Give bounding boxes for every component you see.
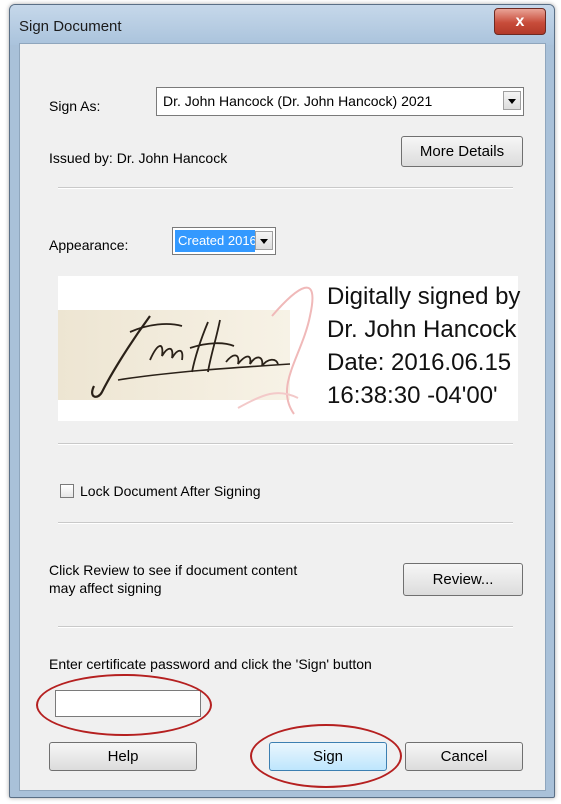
lock-document-label: Lock Document After Signing [80, 483, 261, 499]
review-text: Click Review to see if document content [49, 562, 298, 578]
sign-document-dialog: Sign Document x Sign As: Dr. John Hancoc… [9, 4, 555, 798]
chevron-down-icon[interactable] [503, 91, 521, 110]
separator [58, 443, 513, 445]
lock-document-checkbox[interactable] [60, 484, 74, 498]
dialog-title: Sign Document [19, 18, 122, 35]
sign-as-value: Dr. John Hancock (Dr. John Hancock) 2021 [163, 93, 433, 109]
signature-preview: Digitally signed by Dr. John Hancock Dat… [58, 276, 520, 421]
review-button[interactable]: Review... [403, 563, 523, 596]
sign-button[interactable]: Sign [269, 742, 387, 771]
more-details-button[interactable]: More Details [401, 136, 523, 167]
signature-line: 16:38:30 -04'00' [327, 382, 498, 409]
help-button[interactable]: Help [49, 742, 197, 771]
sign-as-label: Sign As: [49, 98, 101, 114]
cancel-button[interactable]: Cancel [405, 742, 523, 771]
sign-as-dropdown[interactable]: Dr. John Hancock (Dr. John Hancock) 2021 [156, 87, 524, 116]
appearance-dropdown[interactable]: Created 2016.06.15 [172, 227, 276, 255]
title-bar[interactable]: Sign Document x [10, 5, 554, 45]
chevron-down-icon[interactable] [255, 231, 273, 250]
signature-line: Date: 2016.06.15 [327, 349, 512, 376]
issued-by-text: Issued by: Dr. John Hancock [49, 150, 228, 166]
separator [58, 626, 513, 628]
separator [58, 522, 513, 524]
signature-details: Digitally signed by Dr. John Hancock Dat… [327, 280, 520, 412]
handwritten-signature [58, 286, 314, 415]
close-icon: x [515, 13, 525, 30]
separator [58, 187, 513, 189]
appearance-label: Appearance: [49, 237, 129, 253]
dialog-body: Sign As: Dr. John Hancock (Dr. John Hanc… [19, 43, 546, 791]
signature-line: Digitally signed by [327, 283, 521, 310]
review-text: may affect signing [49, 580, 162, 596]
password-instruction: Enter certificate password and click the… [49, 656, 372, 672]
password-field[interactable] [55, 690, 201, 717]
signature-line: Dr. John Hancock [327, 316, 517, 343]
close-button[interactable]: x [494, 8, 546, 35]
appearance-value: Created 2016.06.15 [175, 230, 255, 252]
